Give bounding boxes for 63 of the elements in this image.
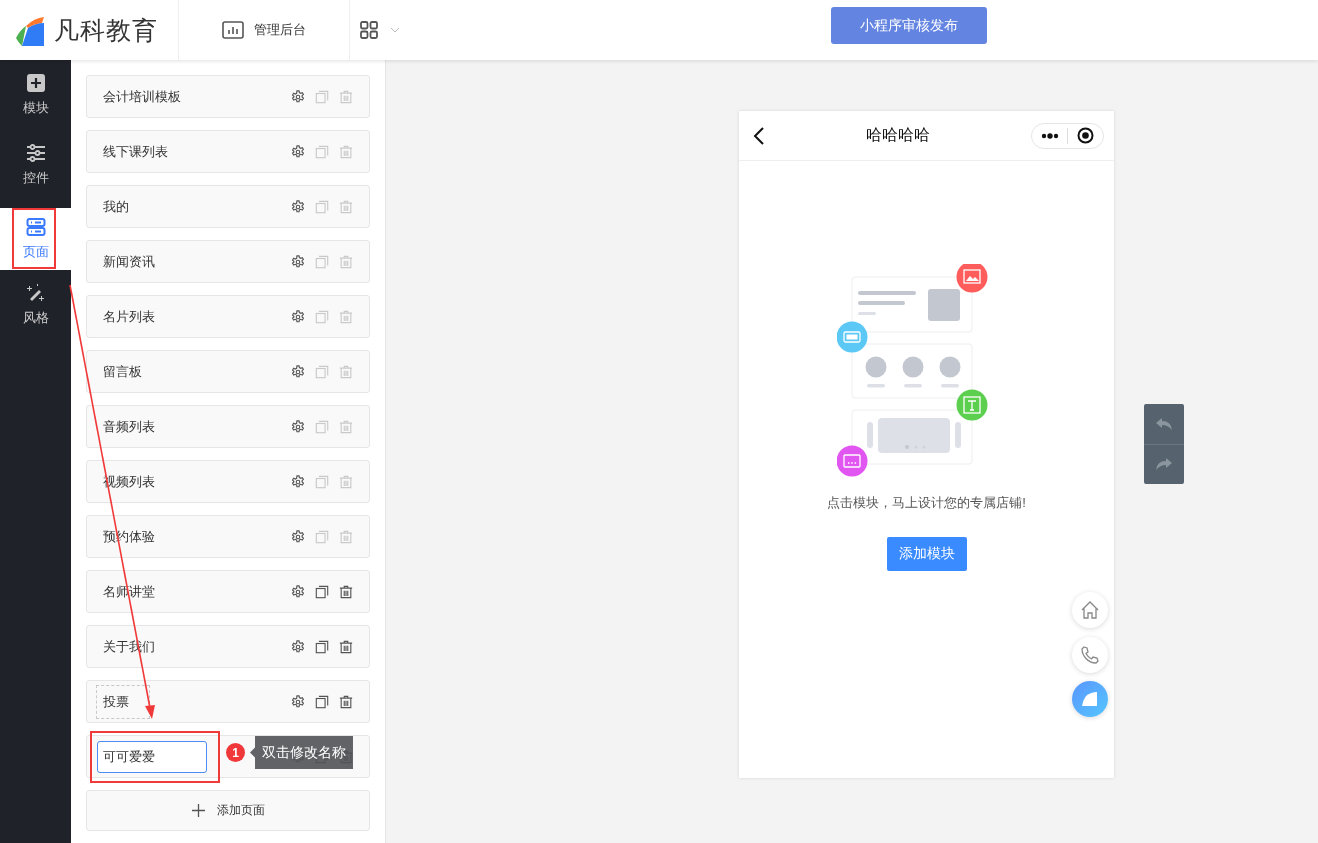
caret-icon xyxy=(390,27,400,33)
page-item[interactable]: 留言板 xyxy=(86,350,370,393)
page-title: 哈哈哈哈 xyxy=(865,125,931,145)
settings-icon[interactable] xyxy=(291,639,305,654)
settings-icon[interactable] xyxy=(291,474,305,489)
page-name[interactable]: 会计培训模板 xyxy=(103,87,291,106)
page-item[interactable]: 会计培训模板 xyxy=(86,75,370,118)
page-name[interactable]: 名片列表 xyxy=(103,307,291,326)
settings-icon[interactable] xyxy=(291,529,305,544)
sidebar-item[interactable]: 风格 xyxy=(0,270,71,340)
page-item[interactable]: 新闻资讯 xyxy=(86,240,370,283)
redo-icon xyxy=(1156,458,1172,471)
logo-text: 凡科教育 xyxy=(54,14,158,46)
sail-icon xyxy=(1081,691,1099,707)
page-name[interactable]: 线下课列表 xyxy=(103,142,291,161)
copy-icon[interactable] xyxy=(315,694,329,709)
page-name[interactable]: 音频列表 xyxy=(103,417,291,436)
publish-button[interactable]: 小程序审核发布 xyxy=(831,7,987,44)
phone-icon xyxy=(1081,646,1099,664)
settings-icon[interactable] xyxy=(291,584,305,599)
page-name[interactable]: 新闻资讯 xyxy=(103,252,291,271)
copy-icon[interactable] xyxy=(315,584,329,599)
more-icon[interactable] xyxy=(1040,132,1059,139)
sidebar-item[interactable]: 模块 xyxy=(0,60,71,130)
settings-icon[interactable] xyxy=(291,144,305,159)
copy-icon[interactable] xyxy=(315,639,329,654)
page-name-field[interactable]: 可可爱爱 xyxy=(97,740,207,773)
page-item[interactable]: 线下课列表 xyxy=(86,130,370,173)
logo-button[interactable] xyxy=(1072,681,1108,717)
plus-square-icon xyxy=(25,73,46,93)
back-icon[interactable] xyxy=(753,126,765,145)
sidebar-item[interactable]: 页面 xyxy=(0,208,71,270)
settings-icon[interactable] xyxy=(291,419,305,434)
sidebar-item[interactable]: 控件 xyxy=(0,130,71,200)
settings-icon[interactable] xyxy=(291,89,305,104)
page-name[interactable]: 我的 xyxy=(103,197,291,216)
list-icon xyxy=(25,217,46,237)
bar-chart-icon xyxy=(222,21,244,39)
settings-icon[interactable] xyxy=(291,364,305,379)
record-icon[interactable] xyxy=(1077,127,1094,144)
highlight-frame xyxy=(12,208,56,269)
page-item[interactable]: 投票 xyxy=(86,680,370,723)
grid-icon xyxy=(360,21,378,39)
page-name[interactable]: 留言板 xyxy=(103,362,291,381)
page-item[interactable]: 名片列表 xyxy=(86,295,370,338)
empty-state-text: 点击模块，马上设计您的专属店铺! xyxy=(827,494,1026,512)
page-item[interactable]: 我的 xyxy=(86,185,370,228)
plus-icon xyxy=(191,804,205,817)
magic-wand-icon xyxy=(25,283,46,303)
tooltip: 双击修改名称 xyxy=(250,736,353,769)
home-icon xyxy=(1081,601,1099,619)
add-page-button[interactable]: 添加页面 xyxy=(86,790,370,831)
delete-icon[interactable] xyxy=(339,694,353,709)
settings-icon[interactable] xyxy=(291,309,305,324)
settings-icon[interactable] xyxy=(291,199,305,214)
settings-icon[interactable] xyxy=(291,254,305,269)
sliders-icon xyxy=(25,143,46,163)
settings-icon[interactable] xyxy=(291,694,305,709)
delete-icon[interactable] xyxy=(339,584,353,599)
phone-call-button[interactable] xyxy=(1072,637,1108,673)
undo-icon xyxy=(1156,417,1172,430)
page-item[interactable]: 音频列表 xyxy=(86,405,370,448)
delete-icon[interactable] xyxy=(339,639,353,654)
